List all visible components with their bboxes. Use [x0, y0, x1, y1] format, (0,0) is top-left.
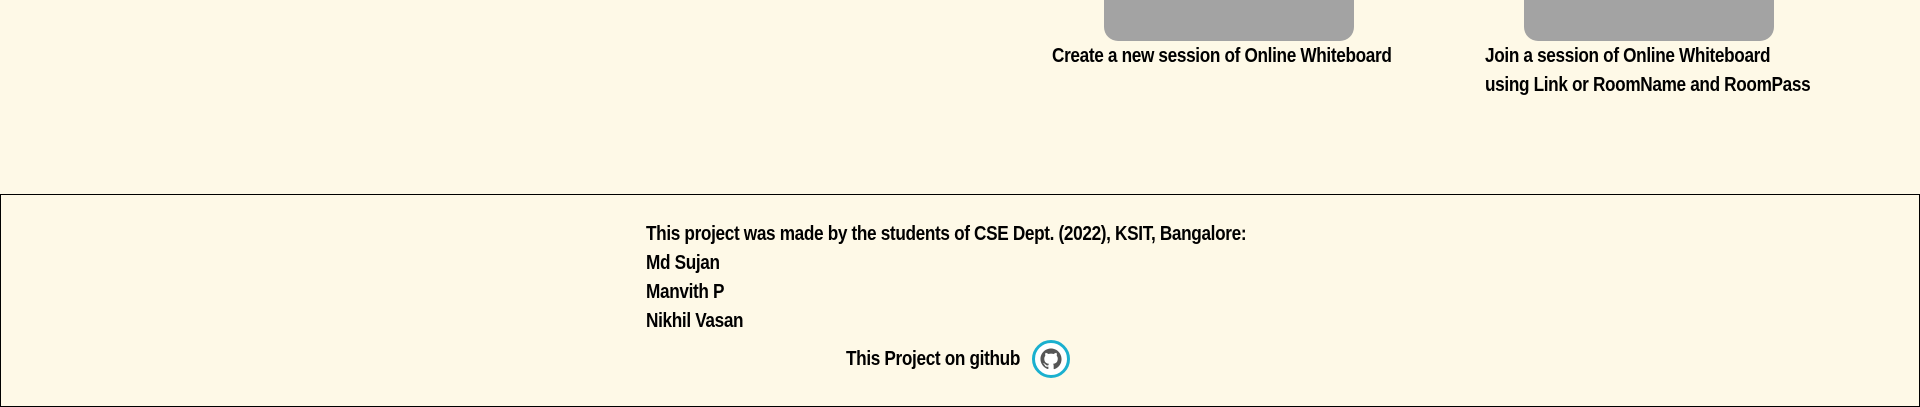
author-name: Nikhil Vasan [646, 310, 744, 332]
github-link-text[interactable]: This Project on github [846, 348, 1020, 371]
create-session-button[interactable] [1104, 0, 1354, 41]
create-session-caption: Create a new session of Online Whiteboar… [1052, 42, 1392, 71]
github-octocat-icon[interactable] [1032, 340, 1070, 378]
create-session-caption-line: Create a new session of Online Whiteboar… [1052, 45, 1392, 67]
author-name: Manvith P [646, 281, 725, 303]
join-session-caption: Join a session of Online Whiteboard usin… [1485, 42, 1811, 100]
join-session-caption-line-2: using Link or RoomName and RoomPass [1485, 74, 1811, 96]
session-options: Create a new session of Online Whiteboar… [0, 0, 1920, 194]
author-name: Md Sujan [646, 252, 720, 274]
join-session-button[interactable] [1524, 0, 1774, 41]
github-link[interactable]: This Project on github [846, 339, 1070, 379]
credits: This project was made by the students of… [646, 220, 1247, 336]
join-session-caption-line-1: Join a session of Online Whiteboard [1485, 45, 1771, 67]
footer: This project was made by the students of… [0, 194, 1920, 407]
credits-intro: This project was made by the students of… [646, 223, 1247, 245]
